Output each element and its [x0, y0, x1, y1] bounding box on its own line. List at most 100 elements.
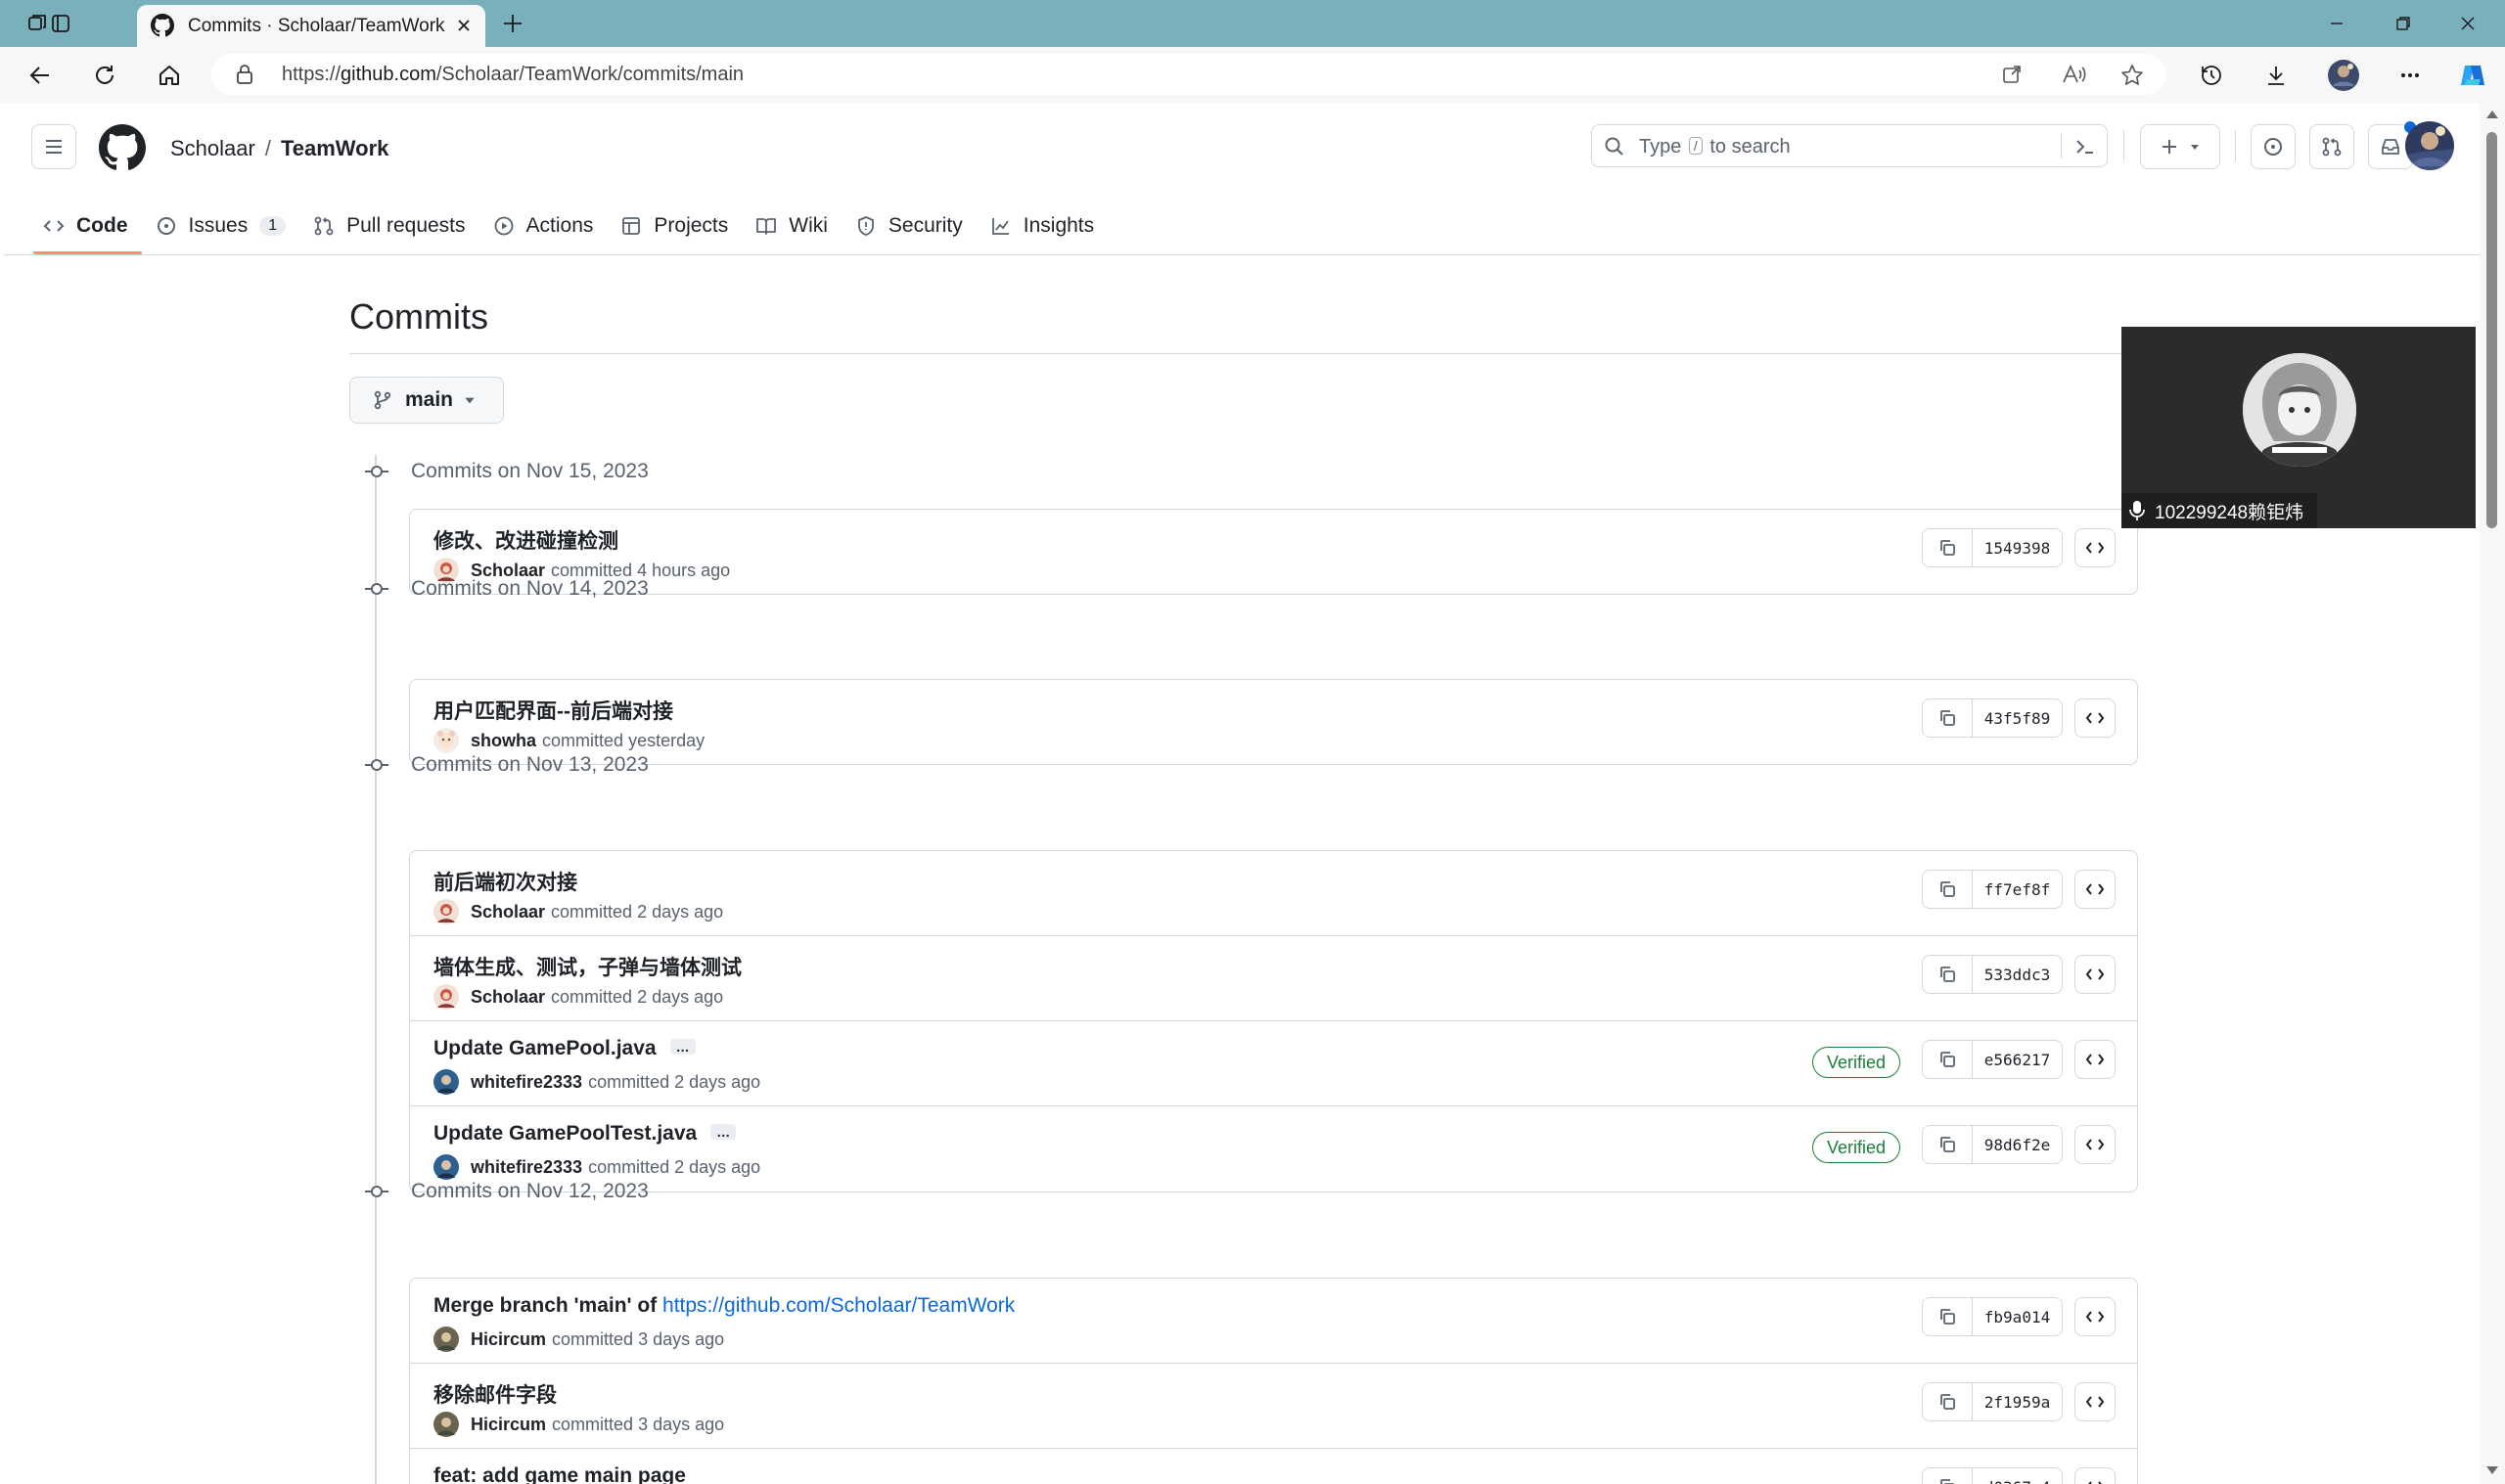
open-in-app-icon[interactable]	[2000, 63, 2024, 86]
verified-badge[interactable]: Verified	[1811, 1132, 1900, 1163]
repo-name-link[interactable]: TeamWork	[281, 136, 388, 160]
commit-author-link[interactable]: showha	[471, 731, 536, 751]
new-tab-icon[interactable]	[497, 8, 528, 39]
commit-message-link[interactable]: Update GamePool.java…	[433, 1037, 696, 1060]
lock-icon[interactable]	[235, 64, 254, 85]
refresh-icon[interactable]	[88, 59, 121, 92]
commit-message-link[interactable]: Merge branch 'main' of https://github.co…	[433, 1294, 1015, 1318]
minimize-icon[interactable]	[2317, 8, 2356, 39]
browse-repo-button[interactable]	[2074, 528, 2116, 567]
read-aloud-icon[interactable]	[2061, 63, 2086, 86]
commit-sha-link[interactable]: 2f1959a	[1973, 1383, 2062, 1420]
copy-icon[interactable]	[1923, 1126, 1973, 1163]
commit-sha-link[interactable]: d0367c4	[1973, 1468, 2062, 1484]
tab-actions-icon[interactable]	[45, 8, 76, 39]
commit-message-link[interactable]: 移除邮件字段	[433, 1379, 557, 1409]
more-options-icon[interactable]	[2393, 59, 2427, 92]
browse-repo-button[interactable]	[2074, 1125, 2116, 1164]
user-avatar[interactable]	[2405, 121, 2454, 170]
url-text[interactable]: https://github.com/Scholaar/TeamWork/com…	[282, 64, 744, 86]
copy-icon[interactable]	[1923, 699, 1973, 737]
search-input[interactable]: Type / to search	[1591, 124, 2108, 167]
copy-icon[interactable]	[1923, 1468, 1973, 1484]
browse-repo-button[interactable]	[2074, 870, 2116, 909]
commit-author-link[interactable]: Hicircum	[471, 1415, 546, 1435]
commit-message-link[interactable]: 前后端初次对接	[433, 867, 577, 896]
commit-sha-link[interactable]: 43f5f89	[1973, 699, 2062, 737]
commit-message-link[interactable]: 修改、改进碰撞检测	[433, 525, 618, 555]
global-nav-menu-icon[interactable]	[31, 124, 76, 169]
tab-security[interactable]: Security	[843, 203, 979, 248]
tab-code[interactable]: Code	[31, 203, 144, 254]
home-icon[interactable]	[153, 59, 186, 92]
tab-pull-requests[interactable]: Pull requests	[301, 203, 480, 248]
browse-repo-button[interactable]	[2074, 1382, 2116, 1421]
repo-owner-link[interactable]: Scholaar	[170, 136, 255, 160]
commit-sha-link[interactable]: fb9a014	[1973, 1298, 2062, 1335]
scroll-down-arrow-icon[interactable]	[2485, 1464, 2499, 1476]
browser-tab-active[interactable]: Commits · Scholaar/TeamWork	[137, 5, 485, 47]
avatar[interactable]	[433, 1412, 459, 1437]
commit-author-link[interactable]: Hicircum	[471, 1329, 546, 1350]
tab-insights[interactable]: Insights	[979, 203, 1110, 248]
commit-author-link[interactable]: Scholaar	[471, 987, 545, 1008]
verified-badge[interactable]: Verified	[1811, 1047, 1900, 1078]
commit-sha-link[interactable]: 1549398	[1973, 529, 2062, 566]
branch-selector-button[interactable]: main	[349, 377, 504, 424]
commit-sha-link[interactable]: ff7ef8f	[1973, 871, 2062, 908]
commit-author-link[interactable]: whitefire2333	[471, 1157, 582, 1178]
address-bar[interactable]: https://github.com/Scholaar/TeamWork/com…	[211, 54, 2166, 95]
history-icon[interactable]	[2195, 59, 2228, 92]
scrollbar-thumb[interactable]	[2486, 132, 2497, 528]
back-icon[interactable]	[23, 59, 57, 92]
downloads-icon[interactable]	[2259, 59, 2293, 92]
github-logo-icon[interactable]	[99, 124, 146, 171]
avatar[interactable]	[433, 1069, 459, 1095]
copy-icon[interactable]	[1923, 529, 1973, 566]
avatar[interactable]	[433, 984, 459, 1010]
code-icon	[2085, 1050, 2105, 1069]
tab-wiki[interactable]: Wiki	[744, 203, 843, 248]
commit-sha-link[interactable]: 533ddc3	[1973, 956, 2062, 993]
copy-icon[interactable]	[1923, 1383, 1973, 1420]
commit-message-link[interactable]: Update GamePoolTest.java…	[433, 1122, 737, 1146]
avatar[interactable]	[433, 899, 459, 924]
commit-message-link[interactable]: 用户匹配界面--前后端对接	[433, 696, 673, 725]
tab-actions[interactable]: Actions	[481, 203, 610, 248]
browse-repo-button[interactable]	[2074, 955, 2116, 994]
microphone-icon[interactable]	[2129, 500, 2145, 521]
commit-sha-link[interactable]: 98d6f2e	[1973, 1126, 2062, 1163]
browse-repo-button[interactable]	[2074, 1297, 2116, 1336]
profile-avatar[interactable]	[2327, 59, 2360, 92]
copilot-icon[interactable]	[2456, 59, 2489, 92]
commit-author-link[interactable]: Scholaar	[471, 902, 545, 922]
close-tab-icon[interactable]	[452, 14, 476, 37]
page-scrollbar[interactable]	[2480, 103, 2505, 1484]
restore-icon[interactable]	[2384, 8, 2423, 39]
browse-repo-button[interactable]	[2074, 1467, 2116, 1484]
scroll-up-arrow-icon[interactable]	[2485, 109, 2499, 120]
commit-message-link[interactable]: 墙体生成、测试，子弹与墙体测试	[433, 952, 742, 981]
commit-message-link[interactable]: feat: add game main page	[433, 1464, 686, 1484]
copy-icon[interactable]	[1923, 956, 1973, 993]
expand-message-button[interactable]: …	[669, 1039, 696, 1055]
commit-author-link[interactable]: whitefire2333	[471, 1072, 582, 1093]
command-palette-icon[interactable]	[2073, 135, 2097, 158]
commit-sha-link[interactable]: e566217	[1973, 1041, 2062, 1078]
commit-message-url-link[interactable]: https://github.com/Scholaar/TeamWork	[662, 1294, 1015, 1317]
create-new-button[interactable]	[2140, 124, 2220, 169]
favorite-star-icon[interactable]	[2119, 63, 2145, 88]
avatar[interactable]	[433, 1327, 459, 1352]
close-window-icon[interactable]	[2448, 8, 2487, 39]
copy-icon[interactable]	[1923, 1298, 1973, 1335]
issues-button[interactable]	[2251, 124, 2296, 169]
copy-icon[interactable]	[1923, 1041, 1973, 1078]
video-call-overlay[interactable]: 102299248赖钜炜	[2121, 327, 2476, 528]
pull-requests-button[interactable]	[2309, 124, 2354, 169]
browse-repo-button[interactable]	[2074, 698, 2116, 738]
browse-repo-button[interactable]	[2074, 1040, 2116, 1079]
copy-icon[interactable]	[1923, 871, 1973, 908]
tab-projects[interactable]: Projects	[609, 203, 744, 248]
tab-issues[interactable]: Issues 1	[144, 203, 302, 248]
expand-message-button[interactable]: …	[710, 1124, 737, 1140]
